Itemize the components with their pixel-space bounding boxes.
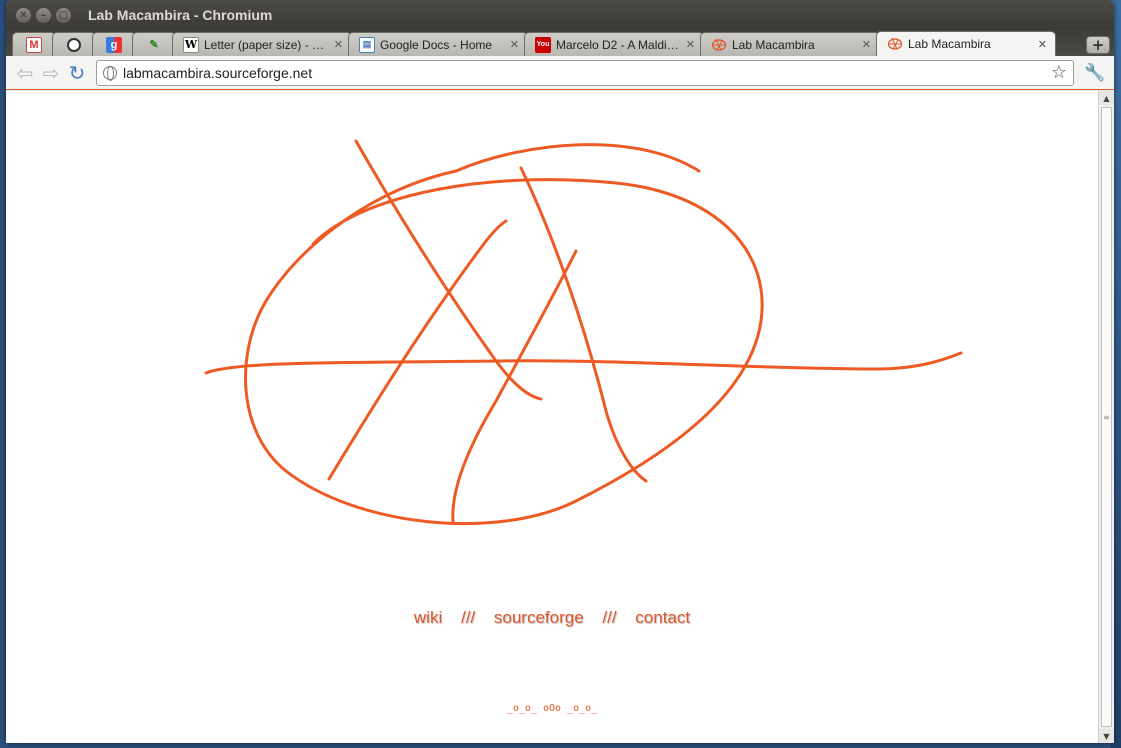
maximize-window-button[interactable]: □	[56, 7, 71, 23]
forward-button[interactable]: ⇨	[38, 60, 64, 86]
tab-title: Marcelo D2 - A Maldi…	[556, 37, 679, 52]
tab-google[interactable]: g	[92, 32, 136, 56]
scrollbar-thumb[interactable]: ≡	[1101, 107, 1112, 727]
window-title: Lab Macambira - Chromium	[88, 7, 273, 23]
tab-lab-macambira[interactable]: Lab Macambira ✕	[700, 32, 880, 56]
close-icon: ✕	[19, 9, 28, 21]
link-separator: ///	[602, 608, 617, 627]
docs-icon: ▤	[359, 36, 375, 53]
link-contact[interactable]: contact	[635, 608, 690, 627]
google-icon: g	[106, 36, 122, 53]
tab-gmail[interactable]: M	[12, 32, 56, 56]
youtube-icon: You	[535, 36, 551, 53]
arrow-right-icon: ⇨	[42, 60, 60, 85]
tab-google-docs[interactable]: ▤ Google Docs - Home ✕	[348, 32, 528, 56]
maximize-icon: □	[58, 9, 69, 21]
close-icon[interactable]: ✕	[1038, 38, 1047, 51]
tab-strip: M g ✎ W Letter (paper size) - … ✕ ▤ Goog…	[6, 30, 1114, 56]
reload-button[interactable]: ↻	[64, 60, 90, 86]
address-bar[interactable]: labmacambira.sourceforge.net ☆	[96, 59, 1074, 86]
title-bar: ✕ – □ Lab Macambira - Chromium	[6, 0, 1114, 30]
url-text[interactable]: labmacambira.sourceforge.net	[123, 65, 1051, 81]
toolbar: ⇦ ⇨ ↻ labmacambira.sourceforge.net ☆ 🔧	[6, 56, 1114, 90]
scroll-down-icon[interactable]: ▼	[1099, 729, 1114, 743]
minimize-window-button[interactable]: –	[36, 7, 51, 23]
back-button[interactable]: ⇦	[12, 60, 38, 86]
tab-pen[interactable]: ✎	[132, 32, 176, 56]
macambira-icon	[711, 37, 727, 53]
new-tab-button[interactable]: +	[1086, 36, 1110, 54]
tab-title: Lab Macambira	[732, 37, 815, 52]
wikipedia-icon: W	[183, 36, 199, 53]
tab-title: Letter (paper size) - …	[204, 37, 325, 52]
nav-links: wiki /// sourceforge /// contact	[6, 608, 1098, 628]
browser-window: ✕ – □ Lab Macambira - Chromium M g ✎ W L…	[6, 0, 1114, 743]
pen-icon: ✎	[149, 39, 159, 51]
tab-wikipedia[interactable]: W Letter (paper size) - … ✕	[172, 32, 352, 56]
link-wiki[interactable]: wiki	[414, 608, 442, 627]
lab-macambira-logo	[204, 139, 963, 526]
close-icon[interactable]: ✕	[334, 38, 343, 51]
footer-ornament: _o_o_ oOo _o_o_	[506, 703, 598, 714]
page-viewport: wiki /// sourceforge /// contact _o_o_ o…	[6, 91, 1114, 743]
tab-lab-macambira-active[interactable]: Lab Macambira ✕	[876, 31, 1056, 56]
page-content: wiki /// sourceforge /// contact _o_o_ o…	[6, 91, 1098, 743]
gmail-icon: M	[26, 36, 42, 53]
globe-icon	[103, 65, 117, 81]
macambira-icon	[887, 36, 903, 52]
close-icon[interactable]: ✕	[686, 38, 695, 51]
link-separator: ///	[460, 608, 476, 627]
wrench-menu-button[interactable]: 🔧	[1082, 60, 1108, 86]
bookmark-star-icon[interactable]: ☆	[1051, 62, 1067, 83]
vertical-scrollbar[interactable]: ▲ ≡ ▼	[1098, 91, 1114, 743]
close-icon[interactable]: ✕	[510, 38, 519, 51]
scroll-up-icon[interactable]: ▲	[1099, 91, 1114, 105]
arrow-left-icon: ⇦	[16, 60, 34, 85]
tab-reader[interactable]	[52, 32, 96, 56]
plus-icon: +	[1091, 36, 1105, 54]
reload-icon: ↻	[68, 60, 86, 85]
reader-icon	[67, 37, 81, 52]
tab-title: Lab Macambira	[908, 37, 991, 51]
link-sourceforge[interactable]: sourceforge	[494, 608, 584, 627]
close-window-button[interactable]: ✕	[16, 7, 31, 23]
wrench-icon: 🔧	[1084, 62, 1106, 83]
minimize-icon: –	[41, 9, 46, 21]
close-icon[interactable]: ✕	[862, 38, 871, 51]
tab-title: Google Docs - Home	[380, 37, 493, 52]
tab-youtube[interactable]: You Marcelo D2 - A Maldi… ✕	[524, 32, 704, 56]
